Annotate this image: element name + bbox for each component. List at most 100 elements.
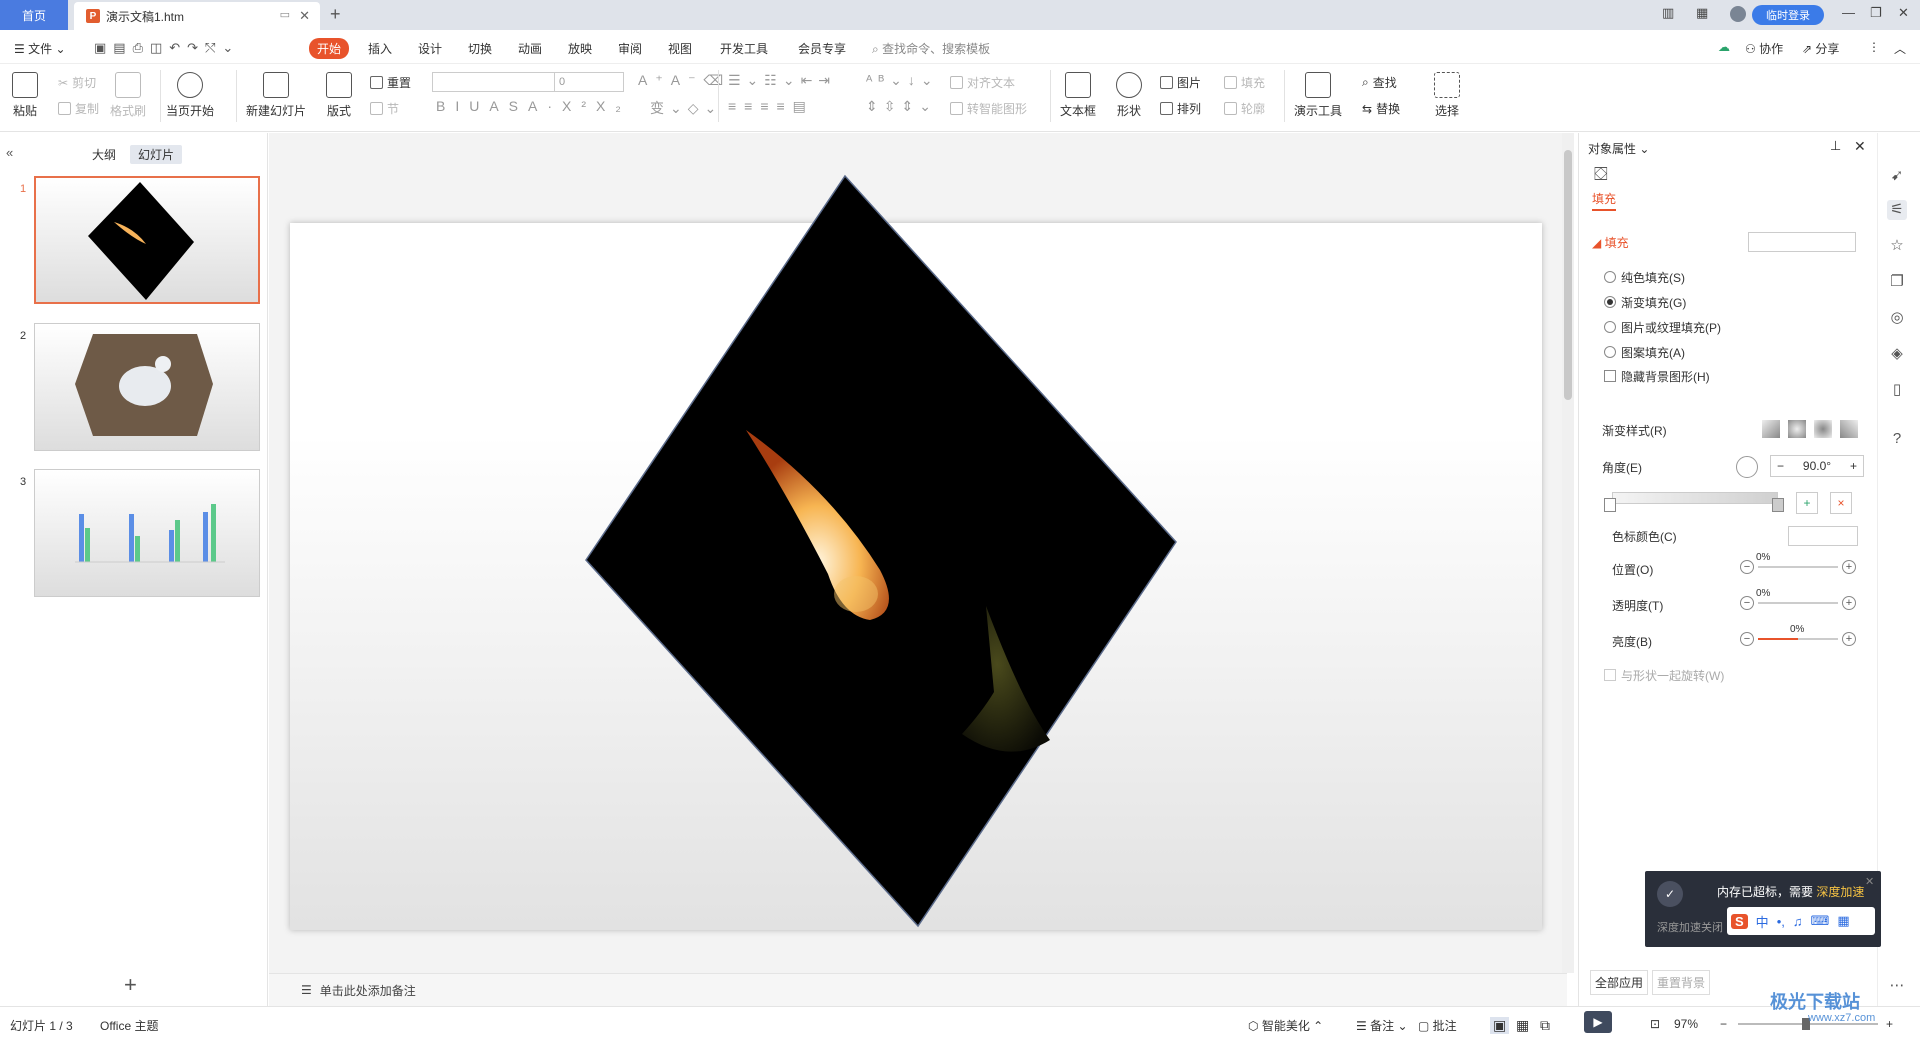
rocket-icon[interactable]: ➹ bbox=[1887, 166, 1907, 186]
brightness-slider[interactable] bbox=[1758, 638, 1838, 640]
tab-animation[interactable]: 动画 bbox=[518, 40, 542, 57]
ime-toolbar[interactable]: S 中 •, ♫ ⌨ ▦ bbox=[1727, 907, 1875, 935]
apply-all-button[interactable]: 全部应用 bbox=[1590, 970, 1649, 995]
zoom-out-icon[interactable]: − bbox=[1720, 1017, 1727, 1031]
sorter-view-icon[interactable]: ▦ bbox=[1516, 1017, 1529, 1034]
microphone-icon[interactable]: ♫ bbox=[1793, 914, 1803, 929]
gradient-linear-icon[interactable] bbox=[1762, 420, 1780, 438]
reset-background-button[interactable]: 重置背景 bbox=[1652, 970, 1711, 995]
play-current-button[interactable]: 当页开始 bbox=[166, 72, 214, 119]
add-slide-icon[interactable]: + bbox=[124, 972, 137, 998]
angle-dial[interactable] bbox=[1736, 456, 1758, 478]
gradient-bar[interactable] bbox=[1612, 492, 1778, 504]
star-icon[interactable]: ☆ bbox=[1887, 236, 1907, 256]
gradient-rect-icon[interactable] bbox=[1814, 420, 1832, 438]
text-direction-icons[interactable]: ᴬᴮ⌄↓⌄ bbox=[866, 72, 939, 89]
document-tab[interactable]: P 演示文稿1.htm ▭ ✕ bbox=[74, 2, 320, 30]
tab-slideshow[interactable]: 放映 bbox=[568, 40, 592, 57]
new-slide-button[interactable]: 新建幻灯片 bbox=[246, 72, 306, 119]
theme-name[interactable]: Office 主题 bbox=[100, 1017, 158, 1034]
home-tab[interactable]: 首页 bbox=[0, 0, 68, 30]
close-panel-icon[interactable]: ✕ bbox=[1854, 138, 1866, 155]
brightness-plus-icon[interactable]: + bbox=[1842, 632, 1856, 646]
arrange-button[interactable]: 排列 bbox=[1160, 100, 1201, 117]
scrollbar-thumb[interactable] bbox=[1564, 150, 1572, 400]
minus-icon[interactable]: − bbox=[1777, 459, 1784, 473]
slide-thumbnail-2[interactable] bbox=[34, 323, 260, 451]
apps-icon[interactable]: ▦ bbox=[1837, 913, 1849, 929]
close-notification-icon[interactable]: ✕ bbox=[1865, 875, 1874, 888]
tab-fill[interactable]: 填充 bbox=[1592, 190, 1617, 211]
add-stop-icon[interactable]: + bbox=[1796, 492, 1818, 514]
tab-start[interactable]: 开始 bbox=[309, 38, 350, 59]
angle-stepper[interactable]: − 90.0° + bbox=[1770, 455, 1864, 477]
section-button[interactable]: 节 bbox=[370, 100, 399, 117]
picture-button[interactable]: 图片 bbox=[1160, 74, 1201, 91]
plus-icon[interactable]: + bbox=[1850, 459, 1857, 473]
textbox-button[interactable]: 文本框 bbox=[1060, 72, 1096, 119]
picture-fill-radio[interactable] bbox=[1604, 321, 1616, 333]
pin-icon[interactable]: ⊥ bbox=[1830, 138, 1841, 154]
font-size-select[interactable]: 0 bbox=[554, 72, 624, 92]
font-name-select[interactable] bbox=[432, 72, 556, 92]
properties-icon[interactable]: ⚟ bbox=[1887, 200, 1907, 220]
close-tab-icon[interactable]: ✕ bbox=[299, 8, 310, 24]
help-icon[interactable]: ? bbox=[1887, 430, 1907, 450]
smart-beautify-button[interactable]: ⬡ 智能美化 ⌃ bbox=[1248, 1017, 1323, 1034]
location-icon[interactable]: ◈ bbox=[1887, 344, 1907, 364]
tab-view[interactable]: 视图 bbox=[668, 40, 692, 57]
notes-area[interactable]: ☰ 单击此处添加备注 bbox=[269, 973, 1567, 1006]
tab-developer[interactable]: 开发工具 bbox=[720, 40, 768, 57]
restore-icon[interactable]: ❐ bbox=[1870, 5, 1882, 21]
animation-icon[interactable]: ◎ bbox=[1887, 308, 1907, 328]
login-button[interactable]: 临时登录 bbox=[1752, 5, 1824, 25]
copy-button[interactable]: 复制 bbox=[58, 100, 99, 117]
slideshow-play-button[interactable]: ▶ bbox=[1584, 1011, 1612, 1033]
comments-button[interactable]: ▢ 批注 bbox=[1418, 1017, 1457, 1034]
stop-color-select[interactable] bbox=[1788, 526, 1858, 546]
tab-screen-icon[interactable]: ▭ bbox=[280, 8, 290, 21]
new-tab-icon[interactable]: + bbox=[330, 4, 341, 25]
position-slider[interactable] bbox=[1758, 566, 1838, 568]
cloud-sync-icon[interactable]: ☁ bbox=[1718, 40, 1730, 54]
avatar[interactable] bbox=[1730, 6, 1746, 22]
find-button[interactable]: ⌕ 查找 bbox=[1362, 74, 1397, 91]
presenter-tools-button[interactable]: 演示工具 bbox=[1294, 72, 1342, 119]
candle-diamond-picture[interactable] bbox=[580, 172, 1180, 932]
outline-button[interactable]: 轮廓 bbox=[1224, 100, 1265, 117]
fill-bucket-icon[interactable]: ⛋ bbox=[1594, 164, 1608, 185]
slide-thumbnail-3[interactable] bbox=[34, 469, 260, 597]
layout-button[interactable]: 版式 bbox=[326, 72, 352, 119]
remove-stop-icon[interactable]: × bbox=[1830, 492, 1852, 514]
tab-transition[interactable]: 切换 bbox=[468, 40, 492, 57]
smart-shape-button[interactable]: 转智能图形 bbox=[950, 100, 1027, 117]
transparency-minus-icon[interactable]: − bbox=[1740, 596, 1754, 610]
list-icons[interactable]: ☰⌄☷⌄⇤⇥ bbox=[728, 72, 836, 89]
replace-button[interactable]: ⇆ 替换 bbox=[1362, 100, 1400, 117]
reading-view-icon[interactable]: ⧉ bbox=[1540, 1017, 1550, 1034]
pattern-fill-radio[interactable] bbox=[1604, 346, 1616, 358]
tab-outline[interactable]: 大纲 bbox=[84, 145, 124, 164]
slide-thumbnail-1[interactable] bbox=[34, 176, 260, 304]
layout-icon[interactable]: ▥ bbox=[1662, 5, 1674, 21]
fill-color-select[interactable] bbox=[1748, 232, 1856, 252]
paste-button[interactable]: 粘贴 bbox=[12, 72, 38, 119]
transparency-plus-icon[interactable]: + bbox=[1842, 596, 1856, 610]
reset-button[interactable]: 重置 bbox=[370, 74, 411, 91]
quick-access-toolbar[interactable]: ▣▤⎙◫↶↷⤲⌄ bbox=[94, 40, 240, 56]
grid-icon[interactable]: ▦ bbox=[1696, 5, 1708, 21]
format-painter-button[interactable]: 格式刷 bbox=[110, 72, 146, 119]
tab-design[interactable]: 设计 bbox=[418, 40, 442, 57]
fit-window-icon[interactable]: ⊡ bbox=[1650, 1017, 1660, 1031]
transparency-slider[interactable] bbox=[1758, 602, 1838, 604]
slides-icon[interactable]: ❐ bbox=[1887, 272, 1907, 292]
book-icon[interactable]: ▯ bbox=[1887, 380, 1907, 400]
fill-section-header[interactable]: ◢ 填充 bbox=[1592, 234, 1629, 251]
tab-member[interactable]: 会员专享 bbox=[798, 40, 846, 57]
text-color-icons[interactable]: 变⌄◇⌄ bbox=[650, 98, 722, 118]
hide-bg-checkbox[interactable] bbox=[1604, 370, 1616, 382]
alignment-icons[interactable]: ≡≡≡≡▤ bbox=[728, 98, 814, 115]
more-dots-icon[interactable]: ⋯ bbox=[1887, 976, 1907, 996]
command-search[interactable]: ⌕ 查找命令、搜索模板 bbox=[872, 40, 990, 57]
select-button[interactable]: 选择 bbox=[1434, 72, 1460, 119]
